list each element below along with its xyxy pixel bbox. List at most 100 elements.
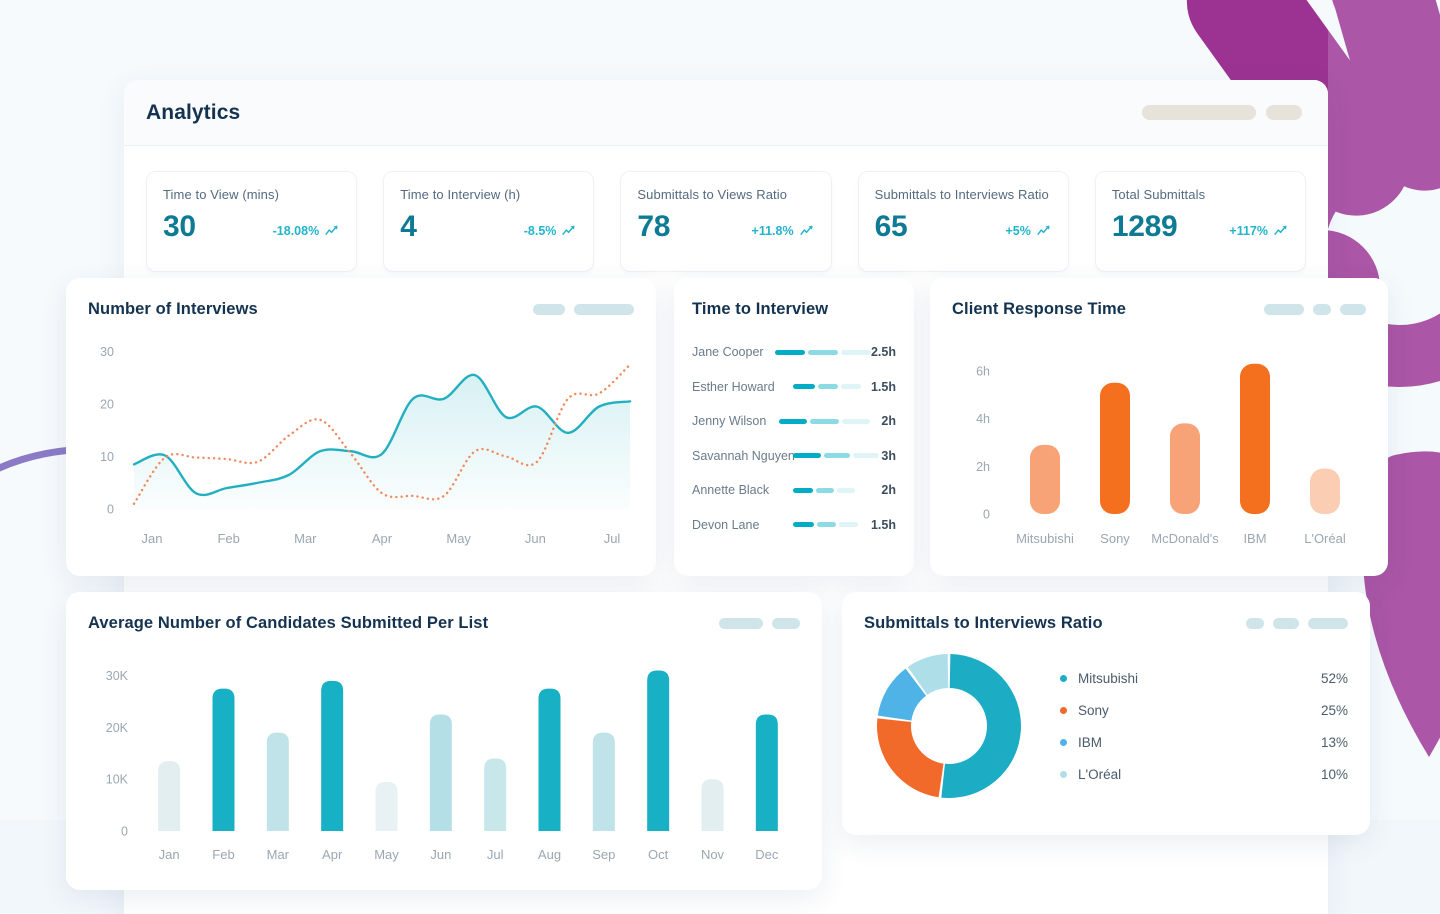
time-to-interview-row[interactable]: Devon Lane 1.5h bbox=[692, 508, 896, 543]
progress-bar bbox=[793, 522, 866, 528]
interviews-placeholder-pills bbox=[533, 304, 634, 315]
page-title: Analytics bbox=[146, 100, 241, 124]
crt-pill-2[interactable] bbox=[1313, 304, 1331, 315]
y-tick-label: 30K bbox=[106, 669, 129, 683]
ratio-legend: Mitsubishi 52% Sony 25% IBM 13% L'Oréal 10% bbox=[1038, 662, 1348, 790]
y-tick-label: 20 bbox=[100, 398, 114, 412]
x-tick-label: Dec bbox=[755, 847, 779, 862]
card-avg-candidates: Average Number of Candidates Submitted P… bbox=[66, 592, 822, 890]
kpi-card-3[interactable]: Submittals to Interviews Ratio 65 +5% bbox=[857, 171, 1069, 272]
y-tick-label: 4h bbox=[976, 412, 990, 426]
bar-avg-candidates[interactable] bbox=[484, 758, 507, 831]
time-to-interview-row[interactable]: Jenny Wilson 2h bbox=[692, 404, 896, 439]
bar-client-response[interactable] bbox=[1030, 444, 1060, 514]
kpi-label: Time to Interview (h) bbox=[400, 187, 521, 202]
bar-client-response[interactable] bbox=[1310, 468, 1340, 514]
bar-avg-candidates[interactable] bbox=[212, 688, 235, 831]
avg-pill-1[interactable] bbox=[719, 618, 763, 629]
interviews-pill-2[interactable] bbox=[574, 304, 634, 315]
progress-segment bbox=[837, 487, 855, 493]
bar-client-response[interactable] bbox=[1240, 363, 1270, 514]
bar-avg-candidates[interactable] bbox=[321, 680, 344, 831]
ratio-pill-2[interactable] bbox=[1273, 618, 1299, 629]
time-to-interview-row[interactable]: Savannah Nguyen 3h bbox=[692, 439, 896, 474]
legend-row[interactable]: Sony 25% bbox=[1060, 694, 1348, 726]
progress-segment bbox=[841, 384, 861, 390]
kpi-value: 30 bbox=[163, 210, 196, 243]
avg-pill-2[interactable] bbox=[772, 618, 800, 629]
crt-pill-1[interactable] bbox=[1264, 304, 1304, 315]
time-to-interview-row[interactable]: Annette Black 2h bbox=[692, 473, 896, 508]
crt-pill-3[interactable] bbox=[1340, 304, 1366, 315]
legend-value: 10% bbox=[1320, 766, 1348, 782]
card-time-to-interview: Time to Interview Jane Cooper 2.5h Esther … bbox=[674, 278, 914, 576]
kpi-value: 65 bbox=[874, 210, 908, 243]
kpi-label: Submittals to Interviews Ratio bbox=[874, 187, 1049, 202]
legend-row[interactable]: Mitsubishi 52% bbox=[1060, 662, 1348, 694]
kpi-delta: +11.8% bbox=[751, 223, 794, 238]
progress-segment bbox=[839, 522, 858, 528]
x-tick-label: Jun bbox=[525, 531, 546, 546]
card-header: Average Number of Candidates Submitted P… bbox=[88, 614, 800, 633]
time-to-interview-row[interactable]: Esther Howard 1.5h bbox=[692, 370, 896, 405]
kpi-delta: +117% bbox=[1229, 223, 1269, 238]
bar-avg-candidates[interactable] bbox=[592, 732, 615, 831]
legend-label: Mitsubishi bbox=[1078, 670, 1139, 686]
legend-label: L'Oréal bbox=[1078, 766, 1122, 782]
x-tick-label: Jan bbox=[159, 847, 180, 862]
legend-value: 25% bbox=[1320, 702, 1348, 718]
kpi-label: Submittals to Views Ratio bbox=[637, 187, 788, 202]
y-tick-label: 10K bbox=[106, 773, 129, 787]
kpi-card-0[interactable]: Time to View (mins) 30 -18.08% bbox=[146, 171, 358, 272]
kpi-card-4[interactable]: Total Submittals 1289 +117% bbox=[1094, 171, 1307, 272]
kpi-delta: +5% bbox=[1005, 223, 1031, 238]
bar-avg-candidates[interactable] bbox=[538, 688, 561, 831]
progress-segment bbox=[842, 418, 871, 424]
bar-avg-candidates[interactable] bbox=[755, 714, 778, 831]
kpi-card-2[interactable]: Submittals to Views Ratio 78 +11.8% bbox=[620, 171, 832, 272]
legend-label: Sony bbox=[1078, 702, 1109, 718]
legend-row[interactable]: L'Oréal 10% bbox=[1060, 758, 1348, 790]
x-tick-label: Nov bbox=[701, 847, 725, 862]
interviews-pill-1[interactable] bbox=[533, 304, 565, 315]
progress-bar bbox=[774, 349, 871, 355]
header-pill-1[interactable] bbox=[1142, 105, 1256, 120]
bar-avg-candidates[interactable] bbox=[429, 714, 452, 831]
x-tick-label: Apr bbox=[322, 847, 343, 862]
progress-segment bbox=[853, 453, 879, 459]
donut-slice-mitsubishi[interactable] bbox=[941, 654, 1021, 798]
time-to-interview-list: Jane Cooper 2.5h Esther Howard 1.5h Jenny Wi… bbox=[692, 335, 896, 542]
y-tick-label: 20K bbox=[106, 721, 129, 735]
ratio-pill-1[interactable] bbox=[1246, 618, 1264, 629]
legend-value: 13% bbox=[1320, 734, 1348, 750]
x-tick-label: Jun bbox=[430, 847, 451, 862]
kpi-bottom: 65 +5% bbox=[875, 211, 1052, 243]
bar-client-response[interactable] bbox=[1170, 423, 1200, 514]
bar-avg-candidates[interactable] bbox=[266, 732, 289, 831]
x-tick-label: Apr bbox=[372, 531, 393, 546]
kpi-delta-wrap: +5% bbox=[1005, 224, 1051, 243]
ratio-pill-3[interactable] bbox=[1308, 618, 1348, 629]
legend-row[interactable]: IBM 13% bbox=[1060, 726, 1348, 758]
card-client-response-time: Client Response Time 0 2h 4h 6h Mitsubishi So… bbox=[930, 278, 1388, 576]
bar-avg-candidates[interactable] bbox=[158, 761, 181, 831]
header-pill-2[interactable] bbox=[1266, 105, 1302, 120]
bar-avg-candidates[interactable] bbox=[647, 670, 670, 831]
candidate-name: Devon Lane bbox=[692, 517, 760, 532]
y-tick-label: 6h bbox=[976, 364, 990, 378]
x-tick-label: Sony bbox=[1100, 531, 1130, 546]
bar-avg-candidates[interactable] bbox=[701, 779, 724, 831]
legend-dot-icon bbox=[1060, 706, 1067, 714]
donut-slice-sony[interactable] bbox=[877, 718, 944, 798]
candidate-name: Savannah Nguyen bbox=[692, 448, 795, 463]
progress-bar bbox=[779, 418, 871, 424]
time-to-interview-row[interactable]: Jane Cooper 2.5h bbox=[692, 335, 896, 370]
candidate-name: Jenny Wilson bbox=[692, 414, 767, 429]
progress-segment bbox=[840, 349, 871, 355]
bar-client-response[interactable] bbox=[1100, 382, 1130, 514]
card-number-of-interviews: Number of Interviews 0 10 20 30 Jan Feb Mar Apr… bbox=[66, 278, 656, 576]
kpi-card-1[interactable]: Time to Interview (h) 4 -8.5% bbox=[383, 171, 595, 272]
kpi-delta-wrap: +117% bbox=[1229, 224, 1289, 243]
legend-label: IBM bbox=[1078, 734, 1103, 750]
bar-avg-candidates[interactable] bbox=[375, 781, 398, 831]
